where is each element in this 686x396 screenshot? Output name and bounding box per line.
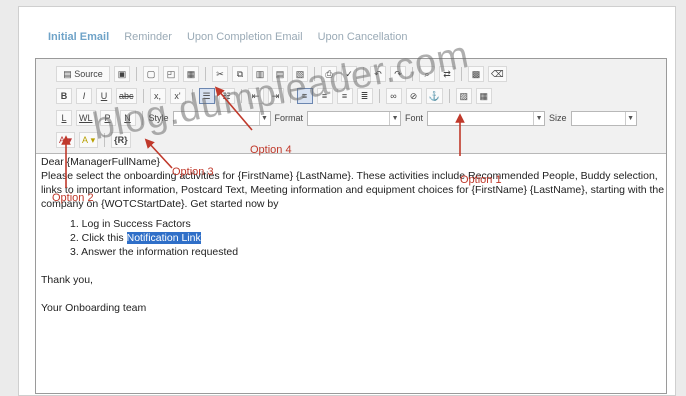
notification-link[interactable]: Notification Link bbox=[126, 232, 201, 244]
tab-reminder[interactable]: Reminder bbox=[124, 31, 172, 43]
font-select[interactable]: ▼ bbox=[427, 110, 546, 126]
chevron-down-icon: ▼ bbox=[389, 111, 400, 125]
size-select[interactable]: ▼ bbox=[570, 110, 637, 126]
italic-button[interactable]: I bbox=[76, 88, 92, 104]
chevron-down-icon: ▼ bbox=[624, 111, 636, 125]
source-label: Source bbox=[74, 69, 103, 79]
greeting: Dear {ManagerFullName} bbox=[41, 156, 161, 168]
step-2-text: 2. Click this bbox=[70, 232, 127, 244]
option-2-label: Option 2 bbox=[52, 192, 94, 204]
email-body[interactable]: Dear {ManagerFullName} Please select the… bbox=[36, 155, 666, 315]
separator bbox=[136, 67, 137, 81]
new-page-icon[interactable]: ▢ bbox=[143, 66, 159, 82]
templates-icon[interactable]: ▦ bbox=[183, 66, 199, 82]
chevron-down-icon: ▼ bbox=[533, 111, 544, 125]
tab-upon-cancellation[interactable]: Upon Cancellation bbox=[318, 31, 408, 43]
step-1: 1. Log in Success Factors bbox=[70, 218, 191, 230]
bold-button[interactable]: B bbox=[56, 88, 72, 104]
tab-upon-completion[interactable]: Upon Completion Email bbox=[187, 31, 303, 43]
image-icon[interactable]: ▨ bbox=[455, 88, 472, 104]
font-label: Font bbox=[405, 113, 424, 123]
separator bbox=[205, 67, 206, 81]
format-select[interactable]: ▼ bbox=[307, 110, 402, 126]
text-color-button[interactable]: A ▾ bbox=[56, 132, 76, 148]
option-4-label: Option 4 bbox=[250, 144, 292, 156]
option-3-label: Option 3 bbox=[172, 166, 214, 178]
text-color-label: A bbox=[59, 135, 66, 145]
format-label: Format bbox=[274, 113, 304, 123]
save-icon[interactable]: ▣ bbox=[114, 66, 130, 82]
size-label: Size bbox=[549, 113, 567, 123]
remove-format-icon[interactable]: ⌫ bbox=[488, 66, 507, 82]
body-paragraph: Please select the onboarding activities … bbox=[41, 170, 665, 210]
signature-text: Your Onboarding team bbox=[41, 302, 147, 314]
separator bbox=[448, 89, 450, 103]
thanks-text: Thank you, bbox=[41, 274, 93, 286]
email-tabs: Initial Email Reminder Upon Completion E… bbox=[48, 31, 419, 43]
background-color-label: A bbox=[82, 135, 89, 145]
source-button[interactable]: ▤ Source bbox=[56, 66, 110, 82]
preview-icon[interactable]: ◰ bbox=[163, 66, 179, 82]
step-2: 2. Click this Notification Link bbox=[70, 231, 666, 245]
underline-button[interactable]: U bbox=[96, 88, 112, 104]
tab-initial-email[interactable]: Initial Email bbox=[48, 31, 109, 43]
unlink-icon[interactable]: ⊘ bbox=[405, 88, 422, 104]
custom-button-l[interactable]: L bbox=[56, 110, 72, 126]
steps-list: 1. Log in Success Factors 2. Click this … bbox=[36, 217, 666, 259]
table-icon[interactable]: ▦ bbox=[475, 88, 492, 104]
option-1-label: Option 1 bbox=[460, 174, 502, 186]
step-3: 3. Answer the information requested bbox=[70, 246, 239, 258]
anchor-icon[interactable]: ⚓ bbox=[425, 88, 443, 104]
